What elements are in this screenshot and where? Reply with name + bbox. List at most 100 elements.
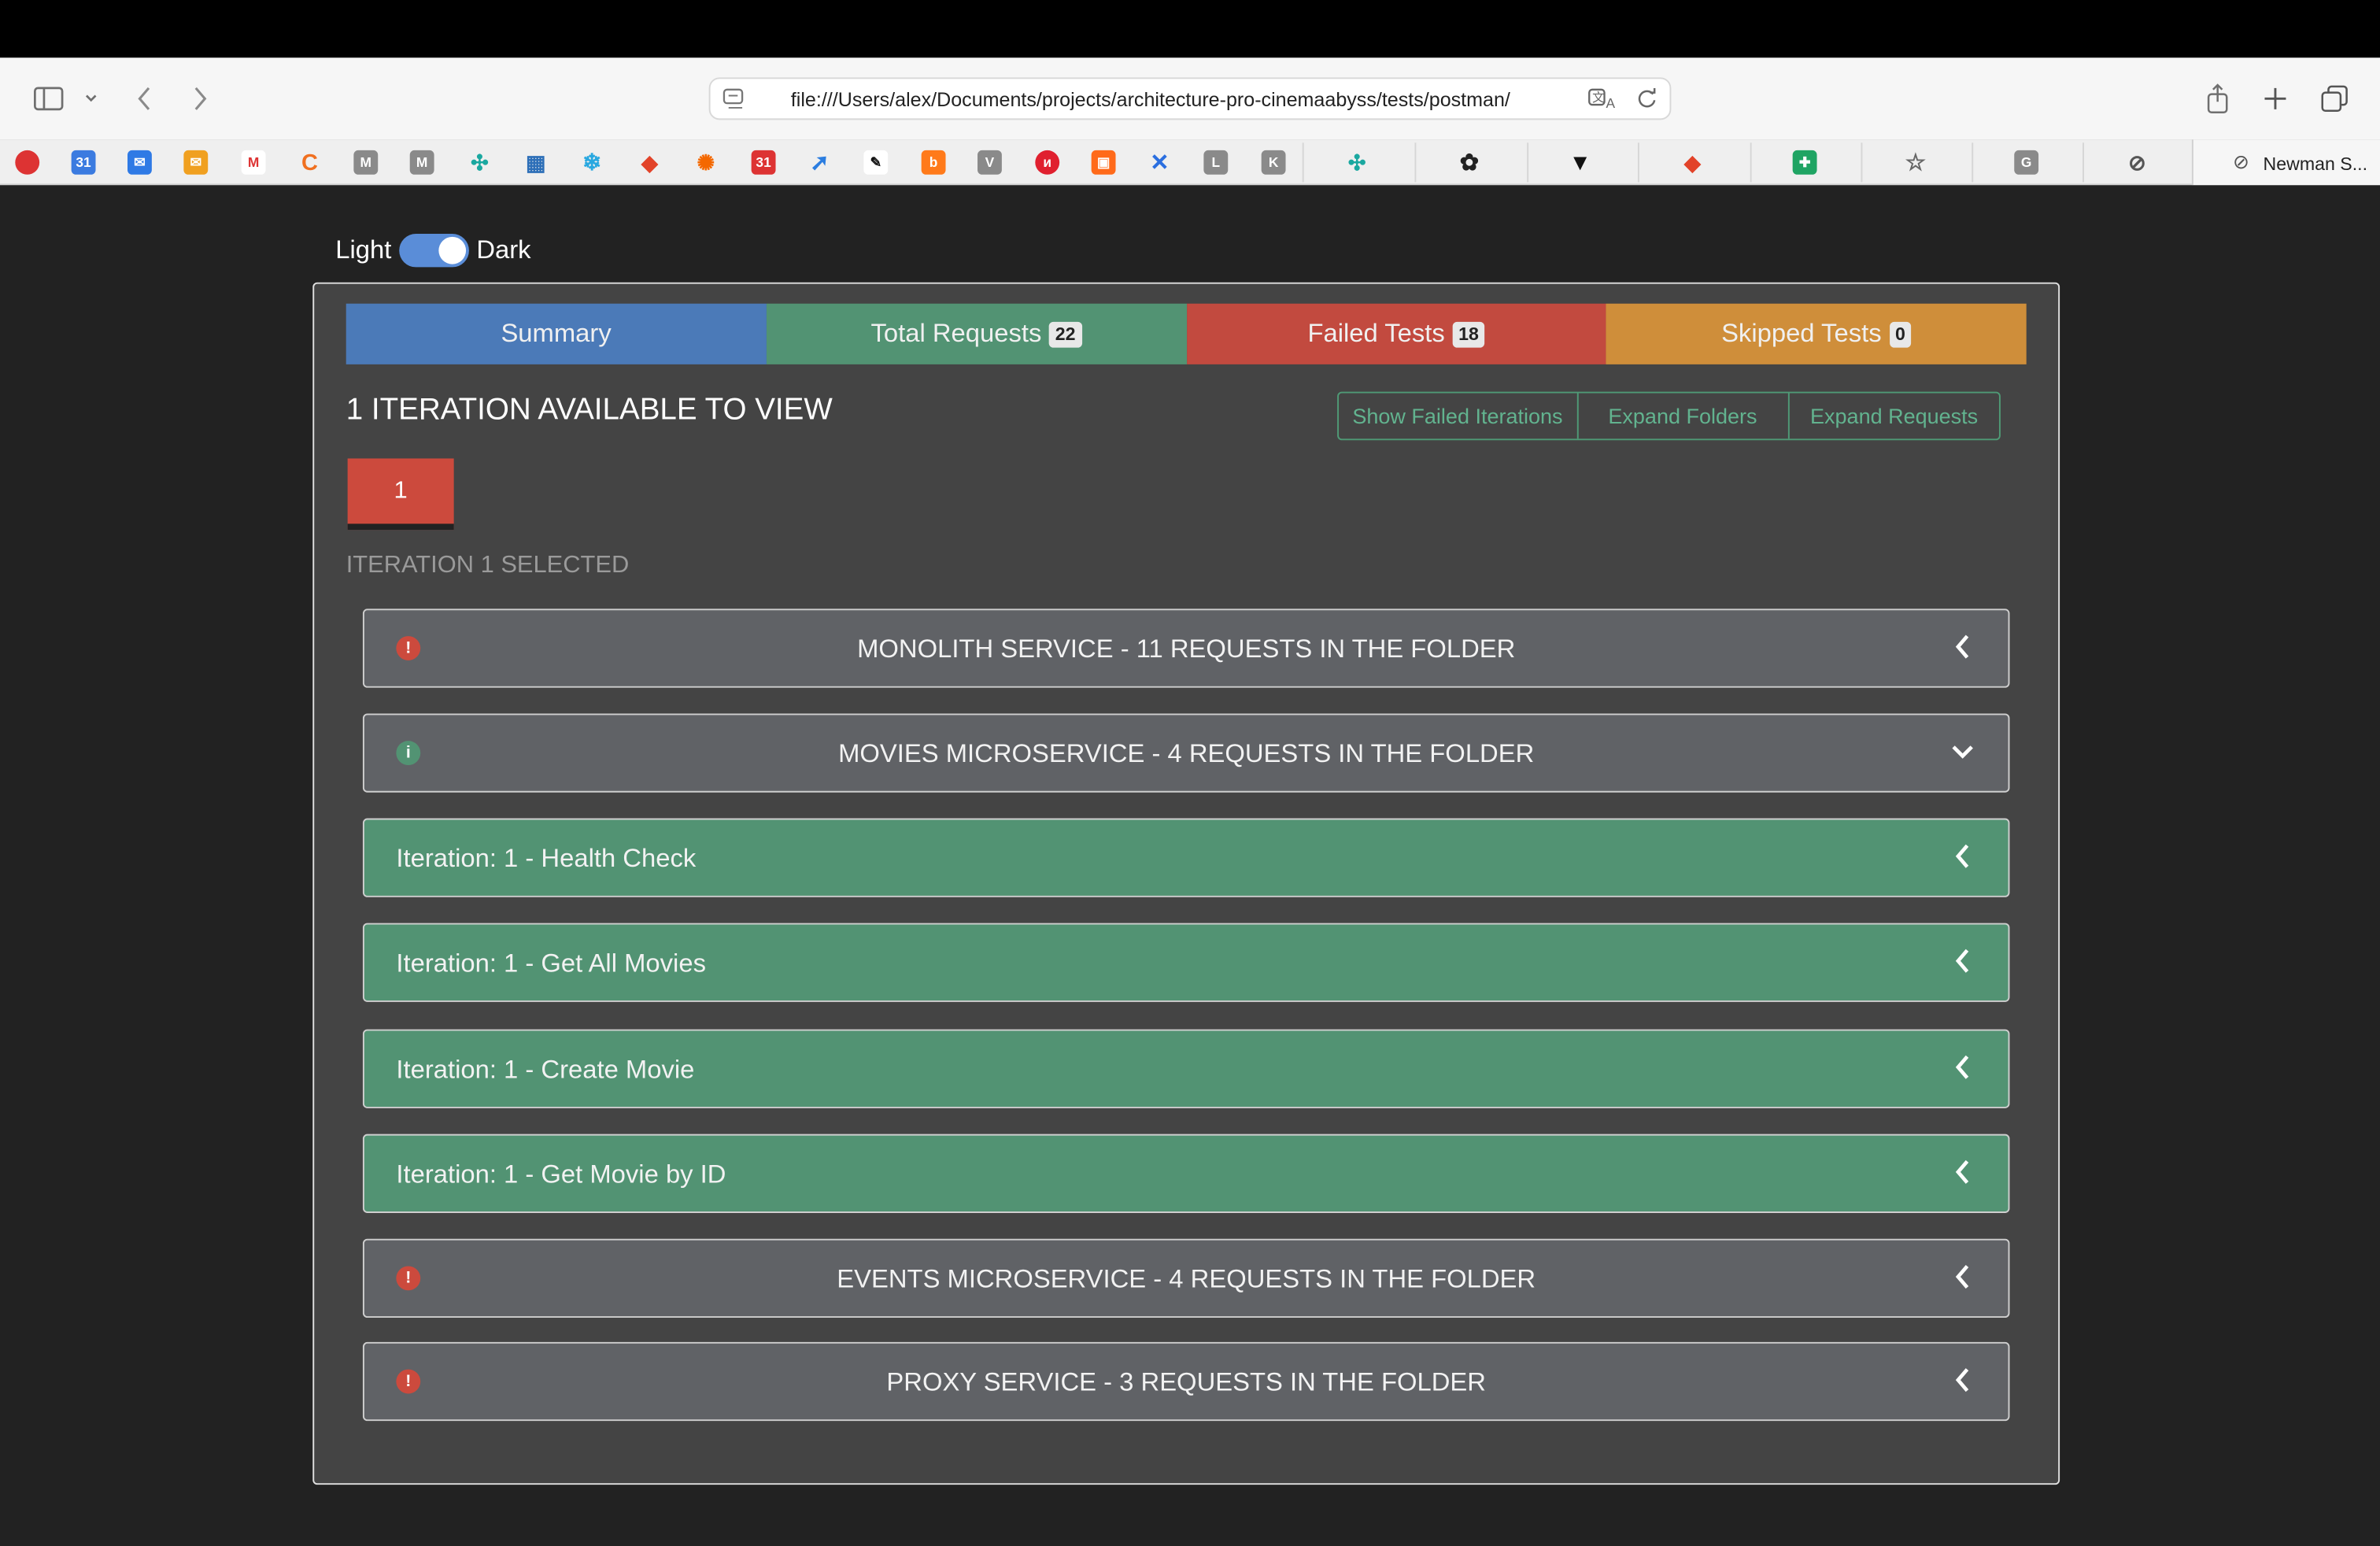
svg-text:文: 文 bbox=[1592, 91, 1604, 105]
switch-knob bbox=[438, 236, 466, 264]
compass-icon[interactable]: ⊘ bbox=[2125, 150, 2149, 175]
tab-failed-tests[interactable]: Failed Tests 18 bbox=[1186, 303, 1606, 364]
tab-label: Total Requests bbox=[870, 319, 1042, 348]
theme-toggle: Light Dark bbox=[335, 234, 531, 268]
panel-title: PROXY SERVICE - 3 REQUESTS IN THE FOLDER bbox=[886, 1367, 1486, 1397]
sidebar-icon[interactable] bbox=[31, 79, 67, 118]
bookmark-icon[interactable]: G bbox=[2014, 150, 2039, 175]
folder-panel-proxy[interactable]: ! PROXY SERVICE - 3 REQUESTS IN THE FOLD… bbox=[362, 1341, 2010, 1422]
bookmark-icon[interactable]: ➚ bbox=[808, 150, 832, 176]
chevron-left-icon[interactable] bbox=[1950, 840, 1975, 873]
request-panel-get-all-movies[interactable]: Iteration: 1 - Get All Movies bbox=[362, 923, 2010, 1002]
theme-dark-label: Dark bbox=[476, 235, 531, 264]
bookmark-icon[interactable]: M bbox=[409, 150, 434, 175]
expand-requests-button[interactable]: Expand Requests bbox=[1789, 394, 1999, 439]
gitlab-icon[interactable]: ◆ bbox=[1680, 150, 1705, 175]
tab-label: Summary bbox=[501, 319, 612, 348]
pinwheel-icon[interactable]: ✣ bbox=[468, 150, 492, 175]
tab-label: Skipped Tests bbox=[1721, 319, 1882, 348]
snowflake-icon[interactable]: ❄ bbox=[580, 150, 604, 176]
tab-label: Failed Tests bbox=[1307, 319, 1445, 348]
action-buttons: Show Failed Iterations Expand Folders Ex… bbox=[1337, 391, 2001, 441]
bookmark-separator bbox=[1302, 142, 1304, 183]
back-icon[interactable] bbox=[131, 79, 158, 118]
page-settings-icon[interactable] bbox=[722, 88, 747, 117]
new-tab-icon[interactable] bbox=[2260, 79, 2291, 118]
tab-skipped-tests[interactable]: Skipped Tests 0 bbox=[1606, 303, 2027, 364]
show-failed-iterations-button[interactable]: Show Failed Iterations bbox=[1339, 393, 1578, 439]
bookmark-icon[interactable]: V bbox=[978, 150, 1002, 175]
sheets-icon[interactable]: ✚ bbox=[1792, 150, 1817, 175]
chevron-left-icon[interactable] bbox=[1950, 630, 1975, 663]
browser-toolbar: file:///Users/alex/Documents/projects/ar… bbox=[0, 57, 2380, 140]
address-bar[interactable]: file:///Users/alex/Documents/projects/ar… bbox=[708, 77, 1672, 120]
translate-icon[interactable]: 文A bbox=[1587, 87, 1618, 119]
theme-light-label: Light bbox=[335, 235, 392, 264]
tab-title: Newman S... bbox=[2263, 153, 2368, 175]
share-icon[interactable] bbox=[2202, 79, 2233, 118]
calendar-icon[interactable]: 31 bbox=[71, 150, 96, 175]
tab-overview-icon[interactable] bbox=[2319, 79, 2350, 118]
count-badge: 22 bbox=[1048, 320, 1082, 347]
panel-title: Iteration: 1 - Health Check bbox=[396, 844, 697, 873]
report-page: Light Dark Summary Total Requests 22 Fai… bbox=[0, 185, 2380, 1546]
tab-newman-summary[interactable]: ⊘ Newman S... bbox=[2191, 139, 2380, 186]
request-panel-get-movie-by-id[interactable]: Iteration: 1 - Get Movie by ID bbox=[362, 1134, 2010, 1213]
chevron-down-icon[interactable] bbox=[1950, 734, 1975, 767]
bookmark-separator bbox=[1527, 142, 1529, 183]
bookmark-icon[interactable]: M bbox=[353, 150, 379, 175]
bookmark-separator bbox=[1750, 142, 1752, 183]
request-panel-health-check[interactable]: Iteration: 1 - Health Check bbox=[362, 818, 2010, 897]
star-icon[interactable]: ☆ bbox=[1903, 150, 1927, 176]
window-top-bar bbox=[0, 0, 2380, 58]
url-text[interactable]: file:///Users/alex/Documents/projects/ar… bbox=[791, 88, 1584, 111]
docker-icon[interactable]: ▦ bbox=[523, 150, 548, 175]
panel-title: MONOLITH SERVICE - 11 REQUESTS IN THE FO… bbox=[857, 634, 1516, 664]
mail-icon[interactable]: ✉ bbox=[183, 150, 209, 175]
theme-switch[interactable] bbox=[398, 234, 469, 268]
folder-panel-events[interactable]: ! EVENTS MICROSERVICE - 4 REQUESTS IN TH… bbox=[362, 1238, 2010, 1319]
bookmark-icon[interactable]: ▣ bbox=[1091, 150, 1116, 175]
forward-icon[interactable] bbox=[187, 79, 214, 118]
svg-text:A: A bbox=[1606, 95, 1615, 111]
reload-icon[interactable] bbox=[1636, 87, 1658, 117]
confluence-icon[interactable]: ✕ bbox=[1148, 150, 1172, 176]
chevron-left-icon[interactable] bbox=[1950, 1363, 1975, 1396]
panel-title: Iteration: 1 - Get All Movies bbox=[396, 949, 706, 978]
chevron-left-icon[interactable] bbox=[1950, 1051, 1975, 1084]
mail-icon[interactable]: ✉ bbox=[128, 150, 152, 175]
chevron-left-icon[interactable] bbox=[1950, 1260, 1975, 1293]
page-title: 1 ITERATION AVAILABLE TO VIEW bbox=[346, 393, 833, 427]
openai-icon[interactable]: ✿ bbox=[1457, 150, 1481, 176]
bookmark-separator bbox=[1861, 142, 1863, 183]
pinwheel-icon[interactable]: ✣ bbox=[1345, 150, 1369, 175]
panel-title: Iteration: 1 - Get Movie by ID bbox=[396, 1160, 726, 1189]
grafana-icon[interactable]: ✺ bbox=[693, 150, 718, 175]
bookmark-icon[interactable]: и bbox=[1035, 150, 1060, 175]
bookmark-icon[interactable]: L bbox=[1203, 150, 1229, 175]
iteration-1-button[interactable]: 1 bbox=[347, 458, 454, 531]
iteration-selected-label: ITERATION 1 SELECTED bbox=[346, 553, 630, 579]
bookmark-icon[interactable]: C bbox=[298, 150, 322, 176]
vercel-icon[interactable]: ▼ bbox=[1568, 150, 1592, 176]
expand-folders-button[interactable]: Expand Folders bbox=[1578, 393, 1790, 439]
tab-total-requests[interactable]: Total Requests 22 bbox=[766, 303, 1187, 364]
chevron-left-icon[interactable] bbox=[1950, 1156, 1975, 1189]
bookmark-icon[interactable]: K bbox=[1261, 150, 1286, 175]
folder-panel-monolith[interactable]: ! MONOLITH SERVICE - 11 REQUESTS IN THE … bbox=[362, 608, 2010, 688]
gmail-icon[interactable]: M bbox=[241, 150, 266, 175]
request-panel-create-movie[interactable]: Iteration: 1 - Create Movie bbox=[362, 1029, 2010, 1108]
chevron-left-icon[interactable] bbox=[1950, 945, 1975, 978]
calendar-icon[interactable]: 31 bbox=[751, 150, 776, 175]
bookmark-icon[interactable]: b bbox=[921, 150, 946, 175]
chevron-down-icon[interactable] bbox=[80, 79, 102, 118]
bookmark-icon[interactable]: ✎ bbox=[863, 150, 889, 175]
gitlab-icon[interactable]: ◆ bbox=[638, 150, 662, 175]
count-badge: 0 bbox=[1889, 320, 1912, 347]
folder-panel-movies[interactable]: i MOVIES MICROSERVICE - 4 REQUESTS IN TH… bbox=[362, 713, 2010, 793]
summary-tabs: Summary Total Requests 22 Failed Tests 1… bbox=[346, 303, 2027, 364]
compass-icon: ⊘ bbox=[2232, 150, 2250, 173]
bookmark-icon[interactable] bbox=[15, 150, 40, 175]
panel-title: Iteration: 1 - Create Movie bbox=[396, 1055, 695, 1085]
tab-summary[interactable]: Summary bbox=[346, 303, 767, 364]
